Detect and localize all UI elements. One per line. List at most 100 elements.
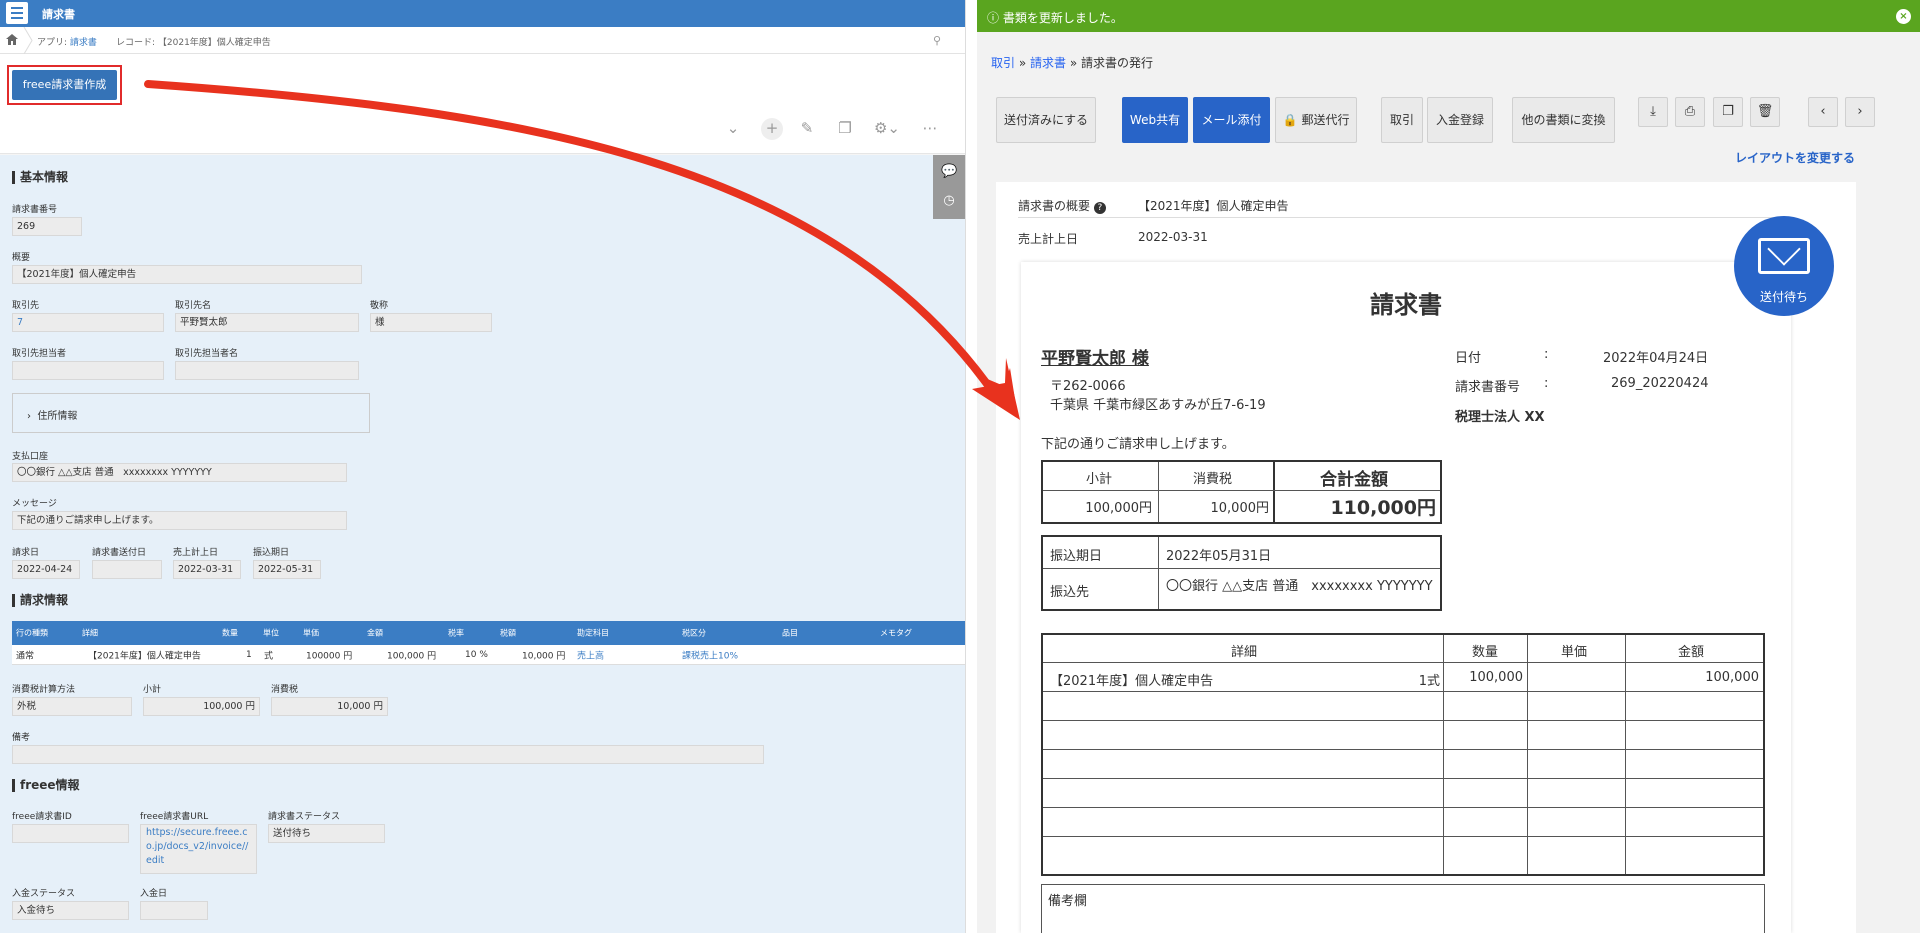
- breadcrumb-app-link[interactable]: 請求書: [70, 38, 97, 48]
- cell-tax-rate: 10 %: [465, 649, 488, 660]
- payment-register-button[interactable]: 入金登録: [1427, 97, 1493, 143]
- invoice-number-label: 請求書番号: [12, 205, 58, 215]
- deal-button[interactable]: 取引: [1381, 97, 1423, 143]
- trash-icon[interactable]: 🗑: [1750, 97, 1780, 127]
- freee-url-link[interactable]: https://secure.freee.co.jp/docs_v2/invoi…: [140, 824, 257, 874]
- table-divider: [1043, 691, 1763, 692]
- success-message: ⓘ 書類を更新しました。: [987, 11, 1123, 25]
- invoice-preview: 請求書 平野賢太郎 様 〒262-0066 千葉県 千葉市緑区あすみが丘7-6-…: [1021, 262, 1791, 933]
- contact-label: 取引先担当者: [12, 349, 67, 359]
- payment-date-field: [140, 901, 208, 920]
- row-unit-price: 100,000: [1469, 670, 1523, 685]
- notes-label: 備考: [12, 733, 31, 743]
- chevron-left-icon[interactable]: ‹: [1808, 97, 1838, 127]
- sales-date-field: 2022-03-31: [173, 560, 241, 579]
- history-icon[interactable]: ◷: [941, 193, 957, 208]
- copy-icon[interactable]: ❐: [1713, 97, 1743, 127]
- chevron-down-icon[interactable]: ⌄: [723, 118, 743, 138]
- help-icon[interactable]: ?: [1093, 202, 1106, 214]
- header-detail: 詳細: [1231, 645, 1258, 660]
- totals-box: 小計 消費税 合計金額 100,000円 10,000円 110,000円: [1041, 460, 1442, 524]
- section-basic-info: 基本情報: [12, 171, 68, 184]
- partner-field: 7: [12, 313, 164, 332]
- web-share-button[interactable]: Web共有: [1122, 97, 1188, 143]
- change-layout-link[interactable]: レイアウトを変更する: [1735, 149, 1855, 166]
- close-icon[interactable]: ×: [1896, 9, 1911, 24]
- chevron-right-icon[interactable]: ›: [1845, 97, 1875, 127]
- status-field: 送付待ち: [268, 824, 385, 843]
- cell-account-link[interactable]: 売上高: [577, 648, 604, 661]
- breadcrumb: 取引 » 請求書 » 請求書の発行: [991, 54, 1153, 71]
- col-amount: 金額: [367, 628, 383, 638]
- postal-button[interactable]: 🔒 郵送代行: [1275, 97, 1357, 143]
- row-detail: 【2021年度】個人確定申告: [1050, 674, 1214, 689]
- col-qty: 数量: [222, 628, 238, 638]
- duplicate-icon[interactable]: ❐: [835, 118, 855, 138]
- header-qty: 数量: [1472, 645, 1499, 660]
- envelope-icon: [1758, 232, 1810, 274]
- line-items-table: 詳細 数量 単価 金額 【2021年度】個人確定申告 1式 100,000 10…: [1041, 633, 1765, 876]
- header-unit-price: 単価: [1561, 645, 1588, 660]
- add-record-icon[interactable]: +: [761, 118, 783, 140]
- comment-icon[interactable]: 💬: [941, 164, 957, 179]
- home-icon[interactable]: [6, 34, 18, 45]
- row-qty: 1式: [1418, 674, 1440, 689]
- honorific-field: 様: [370, 313, 492, 332]
- partner-name-label: 取引先名: [175, 301, 212, 311]
- table-divider: [1043, 749, 1763, 750]
- breadcrumb-current: 請求書の発行: [1081, 56, 1154, 70]
- breadcrumb: アプリ: 請求書 レコード: 【2021年度】個人確定申告 ⚲: [0, 27, 965, 54]
- subtotal-heading: 小計: [1086, 472, 1113, 487]
- convert-document-button[interactable]: 他の書類に変換: [1512, 97, 1615, 143]
- status-stamp-label: 送付待ち: [1759, 290, 1808, 304]
- mail-attach-button[interactable]: メール添付: [1193, 97, 1270, 143]
- record-toolbar: [0, 54, 965, 154]
- breadcrumb-sep: »: [1069, 56, 1078, 70]
- pin-icon[interactable]: ⚲: [933, 34, 941, 47]
- app-list-icon[interactable]: [6, 2, 28, 24]
- sent-date-field: [92, 560, 162, 579]
- edit-icon[interactable]: ✎: [797, 118, 817, 138]
- status-label: 請求書ステータス: [268, 812, 341, 822]
- freee-id-label: freee請求書ID: [12, 812, 72, 822]
- table-divider: [1043, 807, 1763, 808]
- table-divider: [1625, 635, 1626, 874]
- number-colon: :: [1544, 376, 1549, 391]
- header-amount: 金額: [1678, 645, 1705, 660]
- gear-icon[interactable]: ⚙⌄: [872, 118, 902, 138]
- lock-icon: 🔒: [1282, 113, 1298, 127]
- kintone-pane: 請求書 アプリ: 請求書 レコード: 【2021年度】個人確定申告 ⚲ free…: [0, 0, 965, 933]
- col-account: 勘定科目: [577, 628, 609, 638]
- invoice-lines-table: 行の種類 詳細 数量 単位 単価 金額 税率 税額 勘定科目 税区分 品目 メモ…: [12, 621, 965, 665]
- mark-sent-button[interactable]: 送付済みにする: [996, 97, 1096, 143]
- side-panel-buttons: 💬 ◷: [933, 155, 965, 219]
- contact-name-field: [175, 361, 359, 380]
- summary-divider: [1018, 217, 1778, 218]
- download-icon[interactable]: ⤓: [1638, 97, 1668, 127]
- breadcrumb-invoices[interactable]: 請求書: [1030, 56, 1066, 70]
- invoice-title: 請求書: [1370, 291, 1442, 319]
- print-icon[interactable]: ⎙: [1675, 97, 1705, 127]
- more-options-icon[interactable]: ⋯: [920, 118, 940, 138]
- bank-field: 〇〇銀行 △△支店 普通 xxxxxxxx YYYYYYY: [12, 463, 347, 482]
- partner-name-field: 平野賢太郎: [175, 313, 359, 332]
- date-value: 2022年04月24日: [1603, 351, 1709, 366]
- total-heading: 合計金額: [1320, 470, 1388, 490]
- due-date-label: 振込期日: [253, 548, 290, 558]
- partner-label: 取引先: [12, 301, 40, 311]
- breadcrumb-record: レコード: 【2021年度】個人確定申告: [116, 38, 271, 48]
- section-freee-info: freee情報: [12, 779, 80, 792]
- message-label: メッセージ: [12, 499, 57, 509]
- breadcrumb-deals[interactable]: 取引: [991, 56, 1015, 70]
- freee-invoice-create-button[interactable]: freee請求書作成: [7, 65, 122, 105]
- honorific-label: 敬称: [370, 301, 389, 311]
- recipient-name: 平野賢太郎 様: [1041, 349, 1149, 369]
- partner-link[interactable]: 7: [17, 317, 23, 328]
- payment-status-label: 入金ステータス: [12, 889, 76, 899]
- request-message: 下記の通りご請求申し上げます。: [1041, 437, 1235, 452]
- table-divider: [1043, 778, 1763, 779]
- breadcrumb-separator-icon: [23, 27, 33, 54]
- address-section-toggle[interactable]: › 住所情報: [12, 393, 370, 433]
- cell-tax-class-link[interactable]: 課税売上10%: [682, 648, 738, 661]
- success-message-text: 書類を更新しました。: [1002, 11, 1123, 25]
